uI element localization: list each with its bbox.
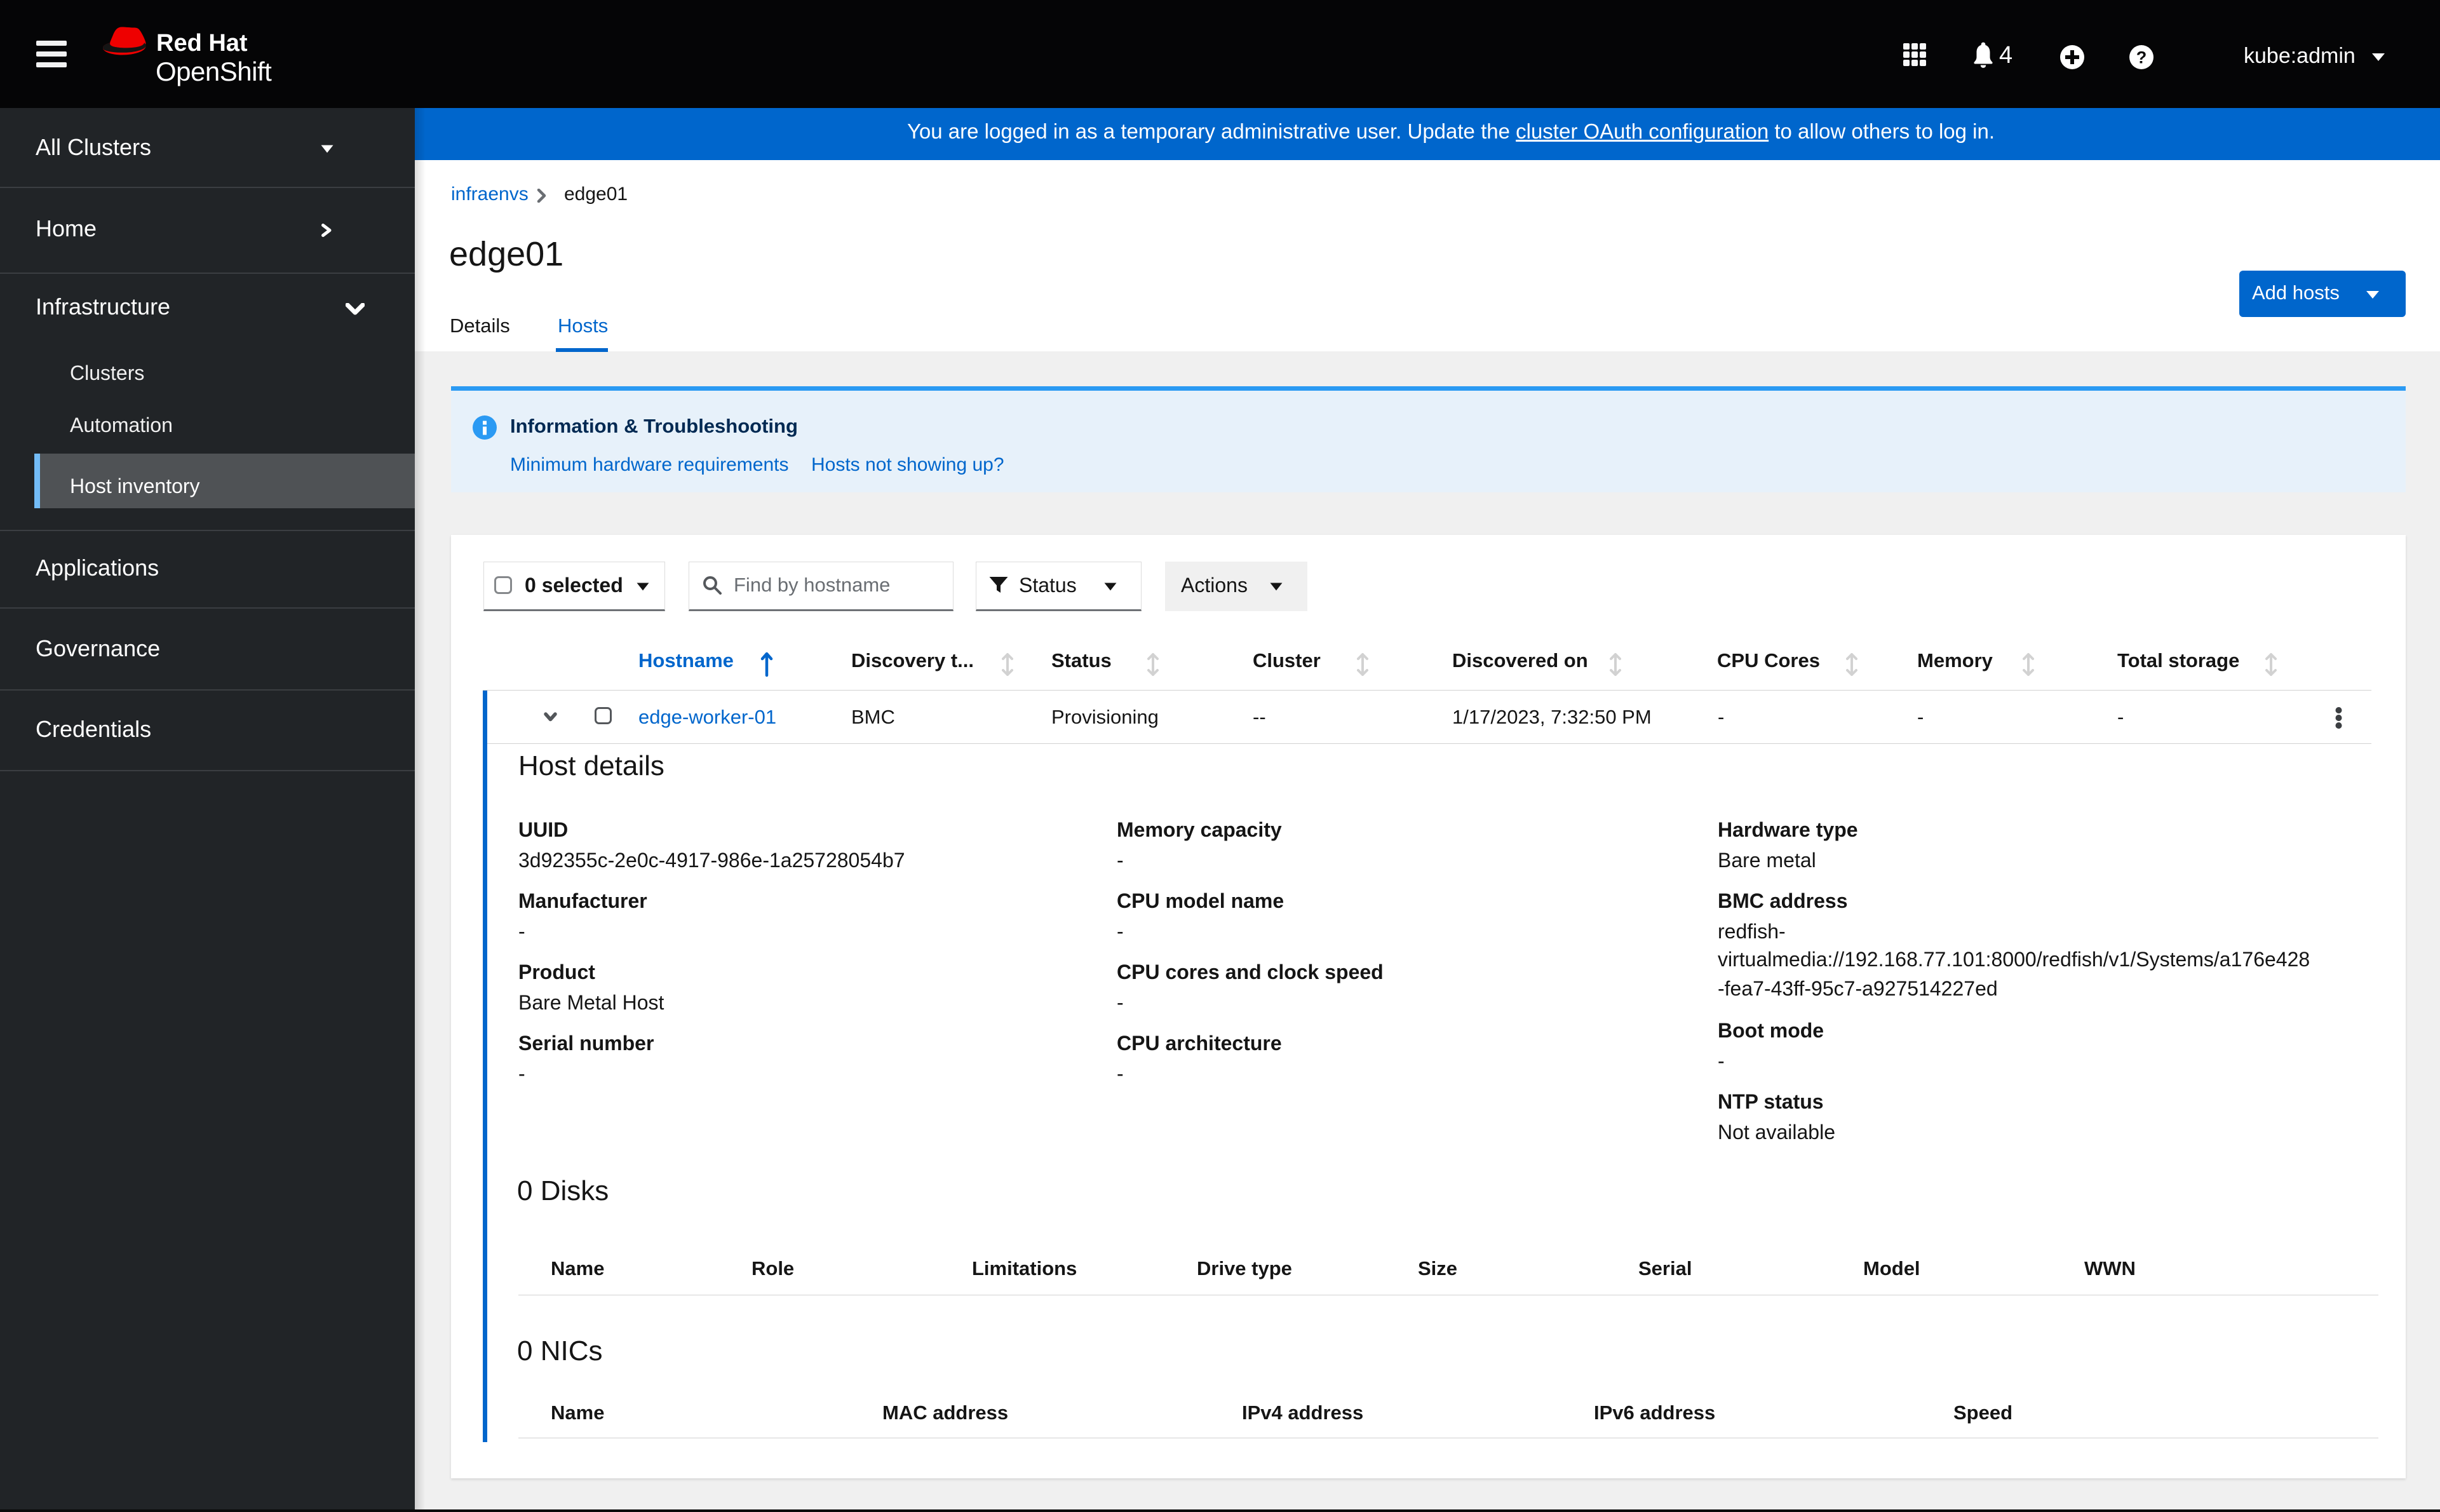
svg-text:?: ? xyxy=(2136,48,2147,67)
